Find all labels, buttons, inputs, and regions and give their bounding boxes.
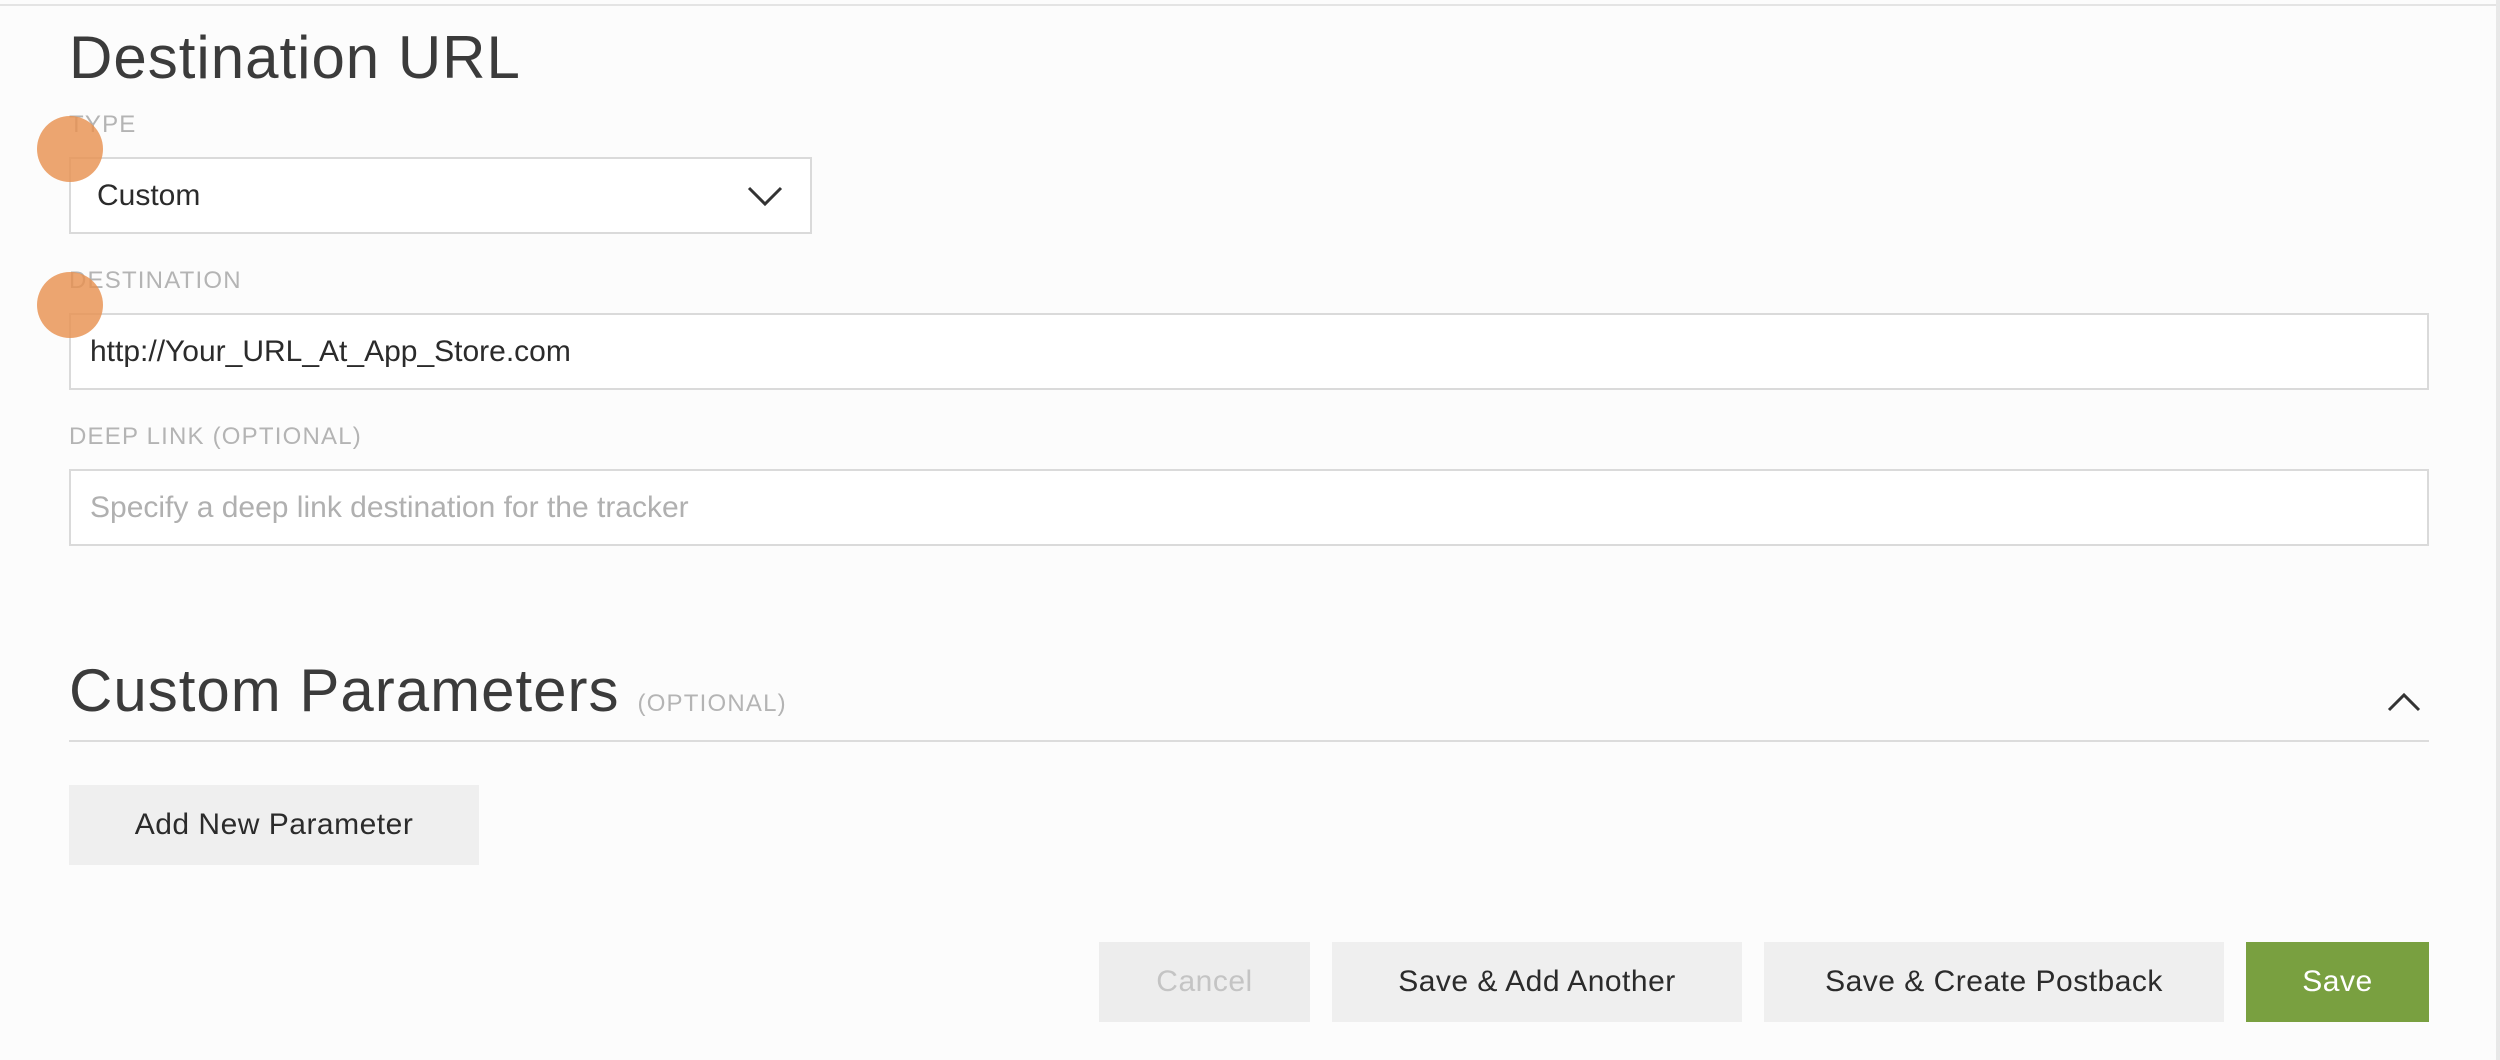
save-button[interactable]: Save	[2246, 942, 2429, 1022]
scrollbar-track[interactable]	[2496, 0, 2500, 1060]
highlight-marker	[37, 116, 103, 182]
deep-link-label: DEEP LINK (OPTIONAL)	[69, 423, 362, 450]
top-divider	[0, 0, 2500, 6]
deep-link-input[interactable]	[69, 469, 2429, 546]
save-create-postback-button[interactable]: Save & Create Postback	[1764, 942, 2224, 1022]
highlight-marker	[37, 272, 103, 338]
chevron-up-icon[interactable]	[2386, 690, 2422, 714]
destination-input[interactable]	[69, 313, 2429, 390]
custom-parameters-header: Custom Parameters (OPTIONAL)	[69, 655, 787, 727]
save-add-another-button[interactable]: Save & Add Another	[1332, 942, 1742, 1022]
section-divider	[69, 740, 2429, 742]
destination-section-title: Destination URL	[69, 24, 521, 91]
custom-parameters-title: Custom Parameters	[69, 657, 620, 724]
custom-parameters-optional-tag: (OPTIONAL)	[637, 690, 787, 717]
chevron-down-icon	[747, 186, 783, 206]
cancel-button[interactable]: Cancel	[1099, 942, 1310, 1022]
type-select[interactable]: Custom	[69, 157, 812, 234]
type-select-value: Custom	[97, 178, 201, 212]
tracker-form: Destination URL TYPE Custom DESTINATION …	[0, 0, 2500, 1060]
add-new-parameter-button[interactable]: Add New Parameter	[69, 785, 479, 865]
